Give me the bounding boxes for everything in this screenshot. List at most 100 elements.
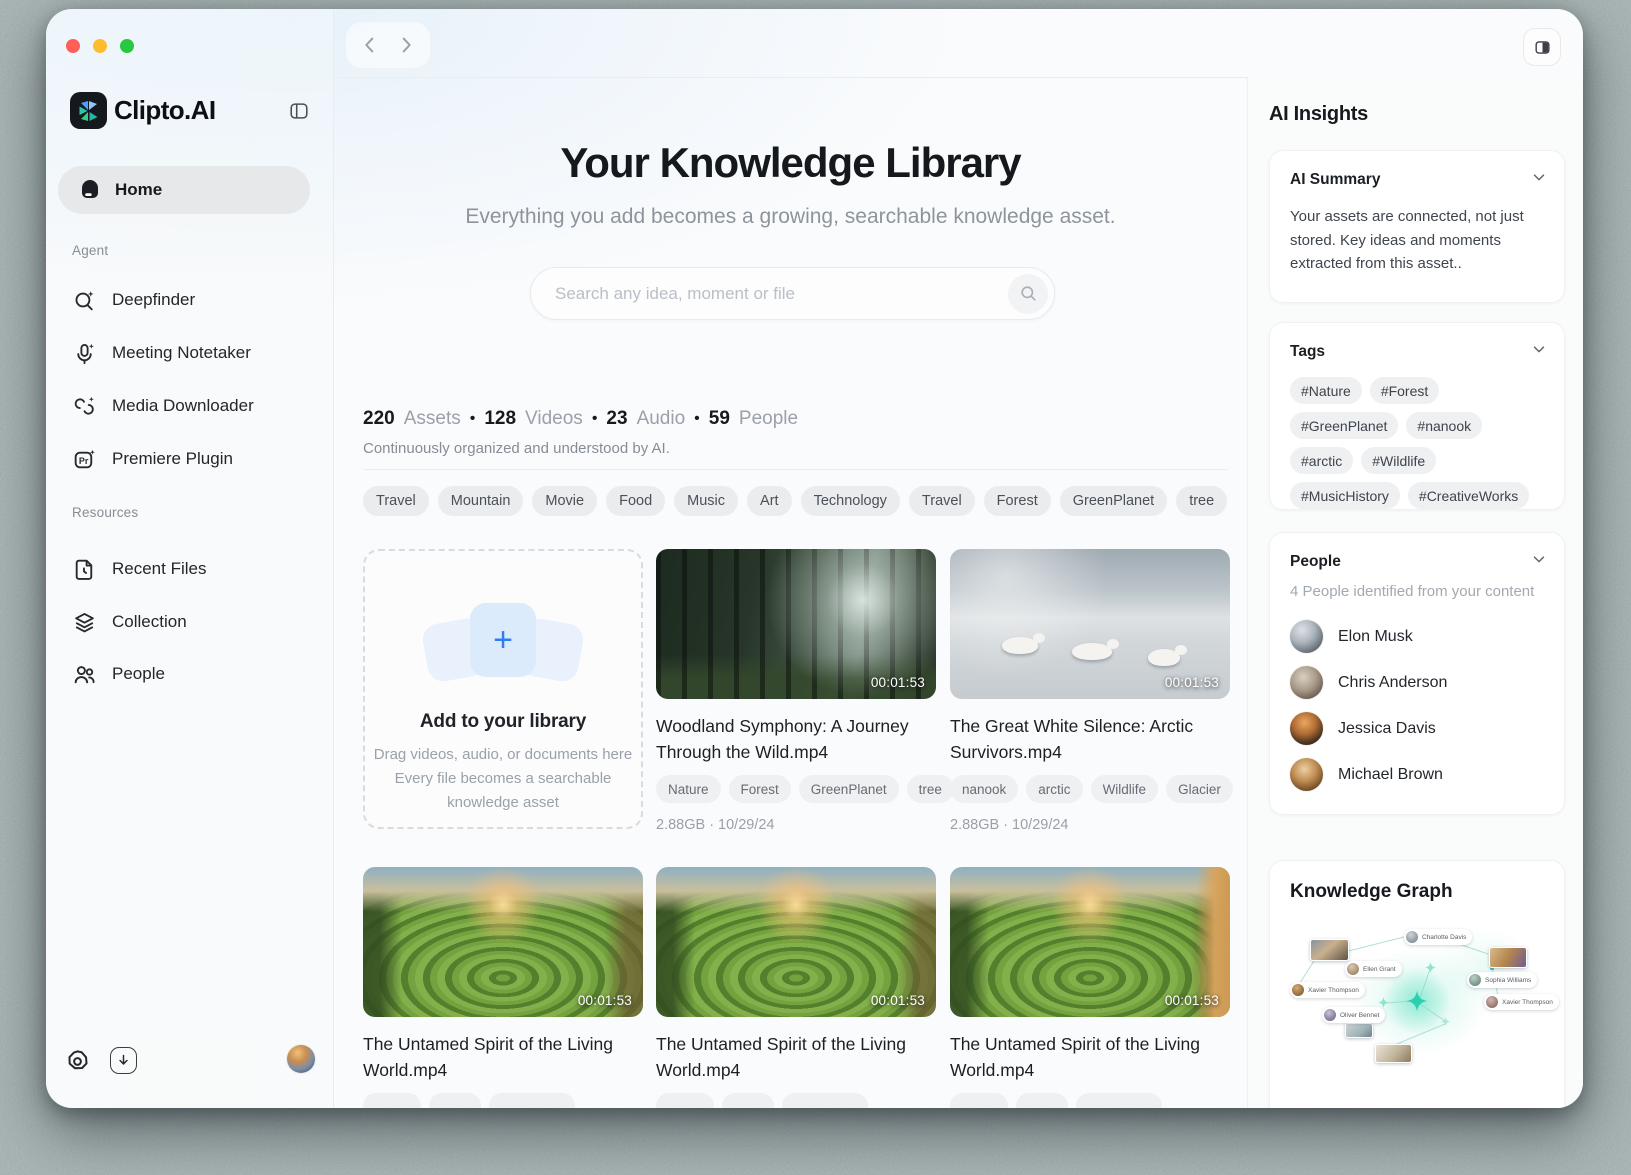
person-row[interactable]: Chris Anderson [1290, 666, 1544, 699]
sidebar-item-collection[interactable]: Collection [60, 603, 318, 641]
chevron-down-icon[interactable] [1530, 340, 1548, 358]
graph-person-node[interactable]: Sophia Williams [1467, 972, 1537, 988]
video-thumbnail[interactable]: 00:01:53 [950, 549, 1230, 699]
add-to-library-dropzone[interactable]: + Add to your library Drag videos, audio… [363, 549, 643, 829]
sparkle-icon [1440, 1016, 1451, 1027]
video-thumbnail[interactable]: 00:01:53 [656, 549, 936, 699]
close-window-button[interactable] [66, 39, 80, 53]
panel-heading: AI Insights [1269, 103, 1368, 126]
user-avatar[interactable] [287, 1045, 315, 1073]
tag-chip-partial[interactable] [950, 1093, 1008, 1108]
tag-chip-partial[interactable] [429, 1093, 481, 1108]
tag-chip-partial[interactable] [1076, 1093, 1162, 1108]
sidebar-item-recent-files[interactable]: Recent Files [60, 550, 318, 588]
graph-photo-node[interactable] [1375, 1044, 1412, 1063]
sidebar-item-label: Home [115, 180, 162, 200]
app-window: Clipto.AI Home Agent [46, 9, 1583, 1108]
people-icon [72, 662, 97, 687]
chevron-right-icon [395, 34, 417, 56]
search-submit-button[interactable] [1008, 274, 1048, 314]
tag-chip-partial[interactable] [363, 1093, 421, 1108]
video-title[interactable]: Woodland Symphony: A Journey Through the… [656, 713, 924, 765]
graph-person-node[interactable]: Xavier Thompson [1484, 994, 1559, 1010]
tag-chip[interactable]: arctic [1026, 775, 1082, 803]
hashtag-chip[interactable]: #nanook [1406, 412, 1482, 439]
tag-chip[interactable]: tree [907, 775, 954, 803]
person-avatar [1469, 974, 1481, 986]
hashtag-chip[interactable]: #CreativeWorks [1408, 482, 1529, 509]
video-title[interactable]: The Untamed Spirit of the Living World.m… [363, 1031, 631, 1083]
filter-chip[interactable]: Music [674, 486, 738, 516]
back-button[interactable] [357, 32, 383, 58]
sidebar-item-meeting-notetaker[interactable]: Meeting Notetaker [60, 334, 318, 372]
hashtag-chip[interactable]: #Forest [1370, 377, 1439, 404]
filter-chip[interactable]: Art [747, 486, 792, 516]
hashtag-chip[interactable]: #arctic [1290, 447, 1353, 474]
filter-chip[interactable]: Technology [801, 486, 900, 516]
sidebar-item-media-downloader[interactable]: Media Downloader [60, 387, 318, 425]
knowledge-graph-visualization[interactable]: Charlotte Davis Ellen Grant Xavier Thomp… [1270, 906, 1565, 1108]
filter-chip[interactable]: GreenPlanet [1060, 486, 1167, 516]
graph-photo-node[interactable] [1310, 939, 1349, 961]
graph-person-node[interactable]: Charlotte Davis [1404, 929, 1472, 945]
filter-chip[interactable]: tree [1176, 486, 1227, 516]
tag-chip[interactable]: GreenPlanet [799, 775, 899, 803]
right-panel-toggle-button[interactable] [1523, 28, 1561, 66]
video-duration: 00:01:53 [578, 993, 632, 1008]
video-metadata: 2.88GB · 10/29/24 [950, 817, 1230, 833]
person-name: Sophia Williams [1485, 977, 1531, 984]
sidebar-collapse-icon[interactable] [286, 98, 312, 124]
video-thumbnail[interactable]: 00:01:53 [950, 867, 1230, 1017]
filter-chip[interactable]: Mountain [438, 486, 524, 516]
tag-chip[interactable]: Nature [656, 775, 721, 803]
sidebar-item-people[interactable]: People [60, 655, 318, 693]
graph-person-node[interactable]: Ellen Grant [1345, 961, 1402, 977]
chevron-down-icon[interactable] [1530, 168, 1548, 186]
sidebar-item-deepfinder[interactable]: Deepfinder [60, 281, 318, 319]
graph-photo-node[interactable] [1345, 1023, 1373, 1038]
video-title[interactable]: The Untamed Spirit of the Living World.m… [950, 1031, 1218, 1083]
tag-chip-partial[interactable] [722, 1093, 774, 1108]
hashtag-chip[interactable]: #GreenPlanet [1290, 412, 1398, 439]
chevron-down-icon[interactable] [1530, 550, 1548, 568]
graph-person-node[interactable]: Oliver Bennet [1322, 1007, 1385, 1023]
filter-chip[interactable]: Forest [984, 486, 1051, 516]
tag-chip-partial[interactable] [1016, 1093, 1068, 1108]
filter-chip[interactable]: Travel [363, 486, 429, 516]
stat-value: 23 [606, 408, 627, 430]
filter-chip[interactable]: Food [606, 486, 665, 516]
person-row[interactable]: Elon Musk [1290, 620, 1544, 653]
minimize-window-button[interactable] [93, 39, 107, 53]
sidebar-item-premiere-plugin[interactable]: Pr Premiere Plugin [60, 440, 318, 478]
hashtag-chip[interactable]: #MusicHistory [1290, 482, 1400, 509]
downloads-button[interactable] [110, 1047, 137, 1074]
forward-button[interactable] [393, 32, 419, 58]
tag-chip[interactable]: Glacier [1166, 775, 1233, 803]
graph-person-node[interactable]: Xavier Thompson [1290, 982, 1365, 998]
person-row[interactable]: Michael Brown [1290, 758, 1544, 791]
hashtag-chip[interactable]: #Wildlife [1361, 447, 1436, 474]
filter-chip[interactable]: Movie [532, 486, 597, 516]
video-thumbnail[interactable]: 00:01:53 [363, 867, 643, 1017]
filter-chip[interactable]: Travel [909, 486, 975, 516]
tag-chip-partial[interactable] [782, 1093, 868, 1108]
polar-bear-figure [1002, 637, 1038, 654]
person-row[interactable]: Jessica Davis [1290, 712, 1544, 745]
tag-chip[interactable]: Forest [729, 775, 791, 803]
tag-chip-partial[interactable] [489, 1093, 575, 1108]
settings-button[interactable] [63, 1047, 91, 1075]
person-avatar [1290, 712, 1323, 745]
tag-chip[interactable]: Wildlife [1091, 775, 1159, 803]
graph-photo-node[interactable] [1489, 947, 1527, 968]
video-title[interactable]: The Great White Silence: Arctic Survivor… [950, 713, 1218, 765]
stat-value: 59 [709, 408, 730, 430]
hashtag-chip[interactable]: #Nature [1290, 377, 1362, 404]
video-title[interactable]: The Untamed Spirit of the Living World.m… [656, 1031, 924, 1083]
search-input[interactable] [555, 268, 975, 319]
maximize-window-button[interactable] [120, 39, 134, 53]
tag-chip-partial[interactable] [656, 1093, 714, 1108]
card-title: Knowledge Graph [1290, 881, 1453, 903]
tag-chip[interactable]: nanook [950, 775, 1018, 803]
sidebar-item-home[interactable]: Home [58, 166, 310, 214]
video-thumbnail[interactable]: 00:01:53 [656, 867, 936, 1017]
